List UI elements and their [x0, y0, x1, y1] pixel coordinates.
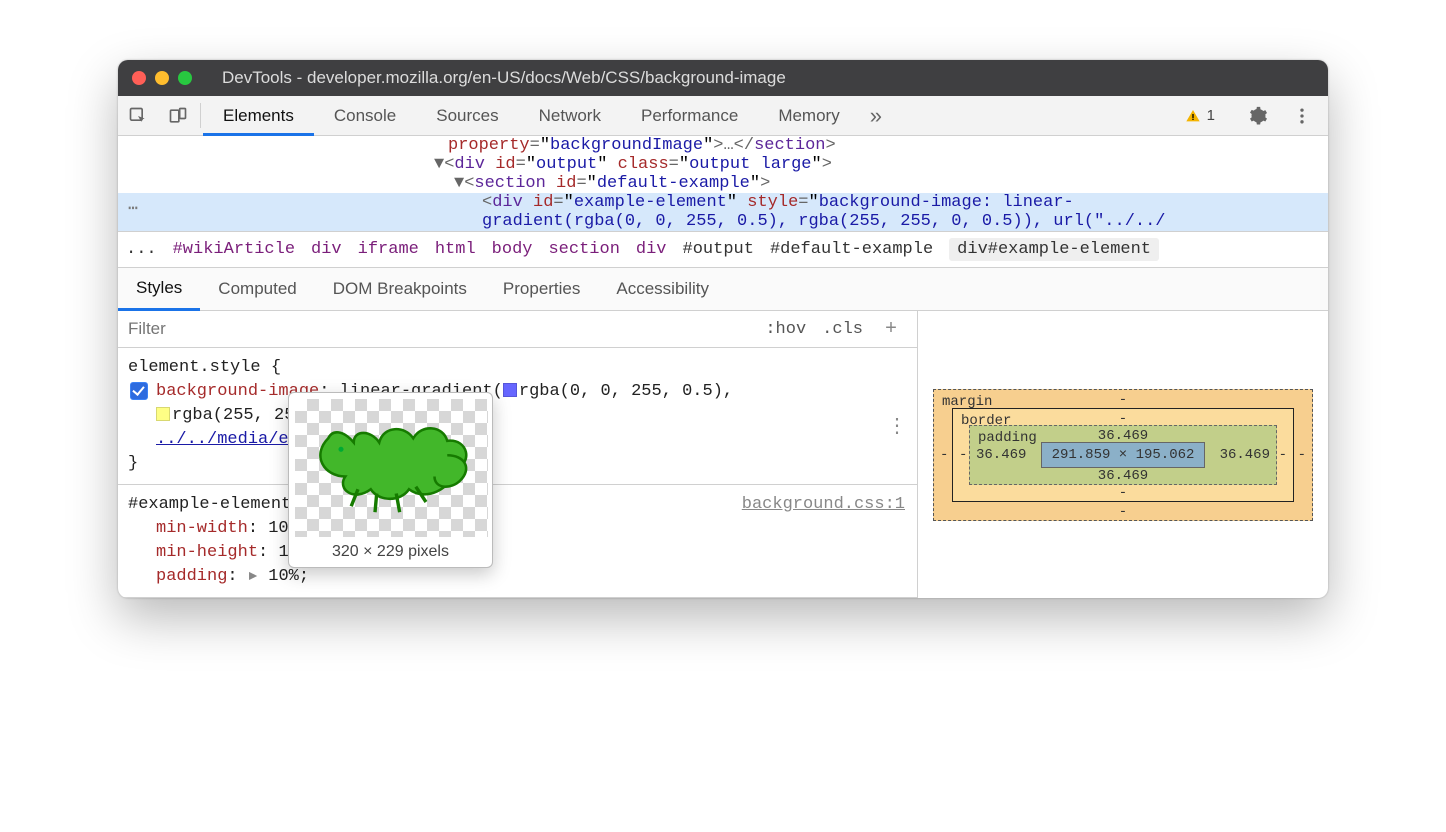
- warnings-badge[interactable]: 1: [1175, 107, 1225, 124]
- dom-attr-value: backgroundImage: [550, 136, 703, 155]
- dom-attr-value: output: [536, 155, 597, 174]
- crumb[interactable]: section: [548, 240, 619, 259]
- cls-toggle[interactable]: .cls: [822, 320, 863, 339]
- window-controls: [132, 71, 192, 85]
- dom-attr-value: background-image: linear-: [819, 193, 1074, 212]
- subtab-properties[interactable]: Properties: [485, 269, 598, 309]
- dom-attr-value: output large: [689, 155, 811, 174]
- crumb-ellipsis[interactable]: ...: [126, 240, 157, 259]
- tab-performance[interactable]: Performance: [621, 96, 758, 135]
- breadcrumbs[interactable]: ... #wikiArticle div iframe html body se…: [118, 231, 1328, 268]
- image-dimensions: 320 × 229 pixels: [295, 537, 486, 561]
- css-prop-name[interactable]: min-height: [156, 543, 258, 562]
- rule-source-link[interactable]: background.css:1: [742, 493, 905, 517]
- crumb[interactable]: iframe: [358, 240, 419, 259]
- crumb[interactable]: body: [492, 240, 533, 259]
- styles-subtabs: Styles Computed DOM Breakpoints Properti…: [118, 268, 1328, 311]
- margin-right-value[interactable]: -: [1298, 447, 1306, 463]
- minimize-window-button[interactable]: [155, 71, 169, 85]
- padding-top-value[interactable]: 36.469: [1098, 428, 1148, 444]
- css-prop-name[interactable]: padding: [156, 567, 227, 586]
- styles-filter-row: :hov .cls +: [118, 311, 917, 348]
- crumb[interactable]: #wikiArticle: [173, 240, 295, 259]
- warning-icon: [1185, 108, 1201, 124]
- dom-tag: div: [492, 193, 523, 212]
- more-menu-icon[interactable]: [1282, 106, 1322, 126]
- tab-memory[interactable]: Memory: [758, 96, 859, 135]
- crumb[interactable]: #output: [683, 240, 754, 259]
- rule-selector: element.style {: [128, 356, 905, 380]
- crumb[interactable]: html: [435, 240, 476, 259]
- maximize-window-button[interactable]: [178, 71, 192, 85]
- shorthand-expand-icon[interactable]: ▶: [249, 567, 257, 586]
- crumb[interactable]: div: [636, 240, 667, 259]
- margin-bottom-value[interactable]: -: [1119, 504, 1127, 520]
- css-color-value[interactable]: rgba(0, 0, 255, 0.5): [519, 382, 723, 401]
- dom-close-tag: section: [754, 136, 825, 155]
- dom-tag: div: [454, 155, 485, 174]
- box-model-pane: margin - - - - border - - - - padding 36…: [918, 311, 1328, 598]
- css-prop-name[interactable]: min-width: [156, 519, 248, 538]
- image-preview: [295, 399, 488, 537]
- lizard-icon: [307, 408, 477, 528]
- css-prop-value[interactable]: 10%: [268, 567, 299, 586]
- window-title: DevTools - developer.mozilla.org/en-US/d…: [222, 68, 786, 88]
- margin-left-value[interactable]: -: [940, 447, 948, 463]
- subtab-dom-breakpoints[interactable]: DOM Breakpoints: [315, 269, 485, 309]
- color-swatch-icon[interactable]: [503, 383, 517, 397]
- tab-console[interactable]: Console: [314, 96, 416, 135]
- crumb-selected[interactable]: div#example-element: [949, 238, 1159, 261]
- image-preview-popover: 320 × 229 pixels: [288, 392, 493, 568]
- border-right-value[interactable]: -: [1279, 447, 1287, 463]
- dom-attr-value: example-element: [574, 193, 727, 212]
- styles-filter-input[interactable]: [118, 311, 359, 347]
- device-toolbar-icon[interactable]: [158, 96, 198, 135]
- inspect-element-icon[interactable]: [118, 96, 158, 135]
- titlebar: DevTools - developer.mozilla.org/en-US/d…: [118, 60, 1328, 96]
- padding-label: padding: [978, 430, 1037, 446]
- settings-gear-icon[interactable]: [1238, 106, 1278, 126]
- rule-more-icon[interactable]: ⋮: [887, 416, 907, 440]
- dom-row-ellipsis-icon[interactable]: ⋯: [118, 193, 148, 218]
- color-swatch-icon[interactable]: [156, 407, 170, 421]
- dom-selected-row[interactable]: ⋯ <div id="example-element" style="backg…: [118, 193, 1328, 231]
- style-rule-example-element[interactable]: #example-element { background.css:1 min-…: [118, 485, 917, 598]
- subtab-computed[interactable]: Computed: [200, 269, 314, 309]
- subtab-styles[interactable]: Styles: [118, 268, 200, 311]
- dom-tree[interactable]: property="backgroundImage">…</section> ▼…: [118, 136, 1328, 231]
- padding-right-value[interactable]: 36.469: [1220, 447, 1270, 463]
- rule-selector: #example-element {: [128, 493, 312, 517]
- box-model-border[interactable]: border - - - - padding 36.469 36.469 36.…: [952, 408, 1294, 502]
- border-bottom-value[interactable]: -: [1119, 485, 1127, 501]
- padding-left-value[interactable]: 36.469: [976, 447, 1026, 463]
- devtools-window: DevTools - developer.mozilla.org/en-US/d…: [118, 60, 1328, 598]
- box-model-content[interactable]: 291.859 × 195.062: [1041, 442, 1206, 468]
- border-left-value[interactable]: -: [959, 447, 967, 463]
- styles-pane: :hov .cls + element.style { background-i…: [118, 311, 918, 598]
- hov-toggle[interactable]: :hov: [765, 320, 806, 339]
- tab-network[interactable]: Network: [519, 96, 621, 135]
- tab-sources[interactable]: Sources: [416, 96, 518, 135]
- rule-close-brace: }: [128, 452, 905, 476]
- dom-tag: section: [474, 174, 545, 193]
- close-window-button[interactable]: [132, 71, 146, 85]
- dom-attr-value: default-example: [597, 174, 750, 193]
- subtab-accessibility[interactable]: Accessibility: [598, 269, 727, 309]
- box-model-padding[interactable]: padding 36.469 36.469 36.469 36.469 291.…: [969, 425, 1277, 485]
- box-model-margin[interactable]: margin - - - - border - - - - padding 36…: [933, 389, 1313, 521]
- padding-bottom-value[interactable]: 36.469: [1098, 468, 1148, 484]
- dom-attr-name: property: [448, 136, 530, 155]
- dom-attr-value: gradient(rgba(0, 0, 255, 0.5), rgba(255,…: [482, 212, 1166, 231]
- margin-top-value[interactable]: -: [1119, 392, 1127, 408]
- crumb[interactable]: #default-example: [770, 240, 933, 259]
- crumb[interactable]: div: [311, 240, 342, 259]
- tab-elements[interactable]: Elements: [203, 96, 314, 135]
- property-enable-checkbox[interactable]: [130, 382, 148, 400]
- tabs-overflow-icon[interactable]: »: [860, 96, 892, 135]
- warnings-count: 1: [1207, 107, 1215, 124]
- toolbar-divider: [200, 103, 201, 128]
- main-toolbar: Elements Console Sources Network Perform…: [118, 96, 1328, 136]
- new-rule-icon[interactable]: +: [879, 318, 903, 341]
- style-rule-element-style[interactable]: element.style { background-image: linear…: [118, 348, 917, 485]
